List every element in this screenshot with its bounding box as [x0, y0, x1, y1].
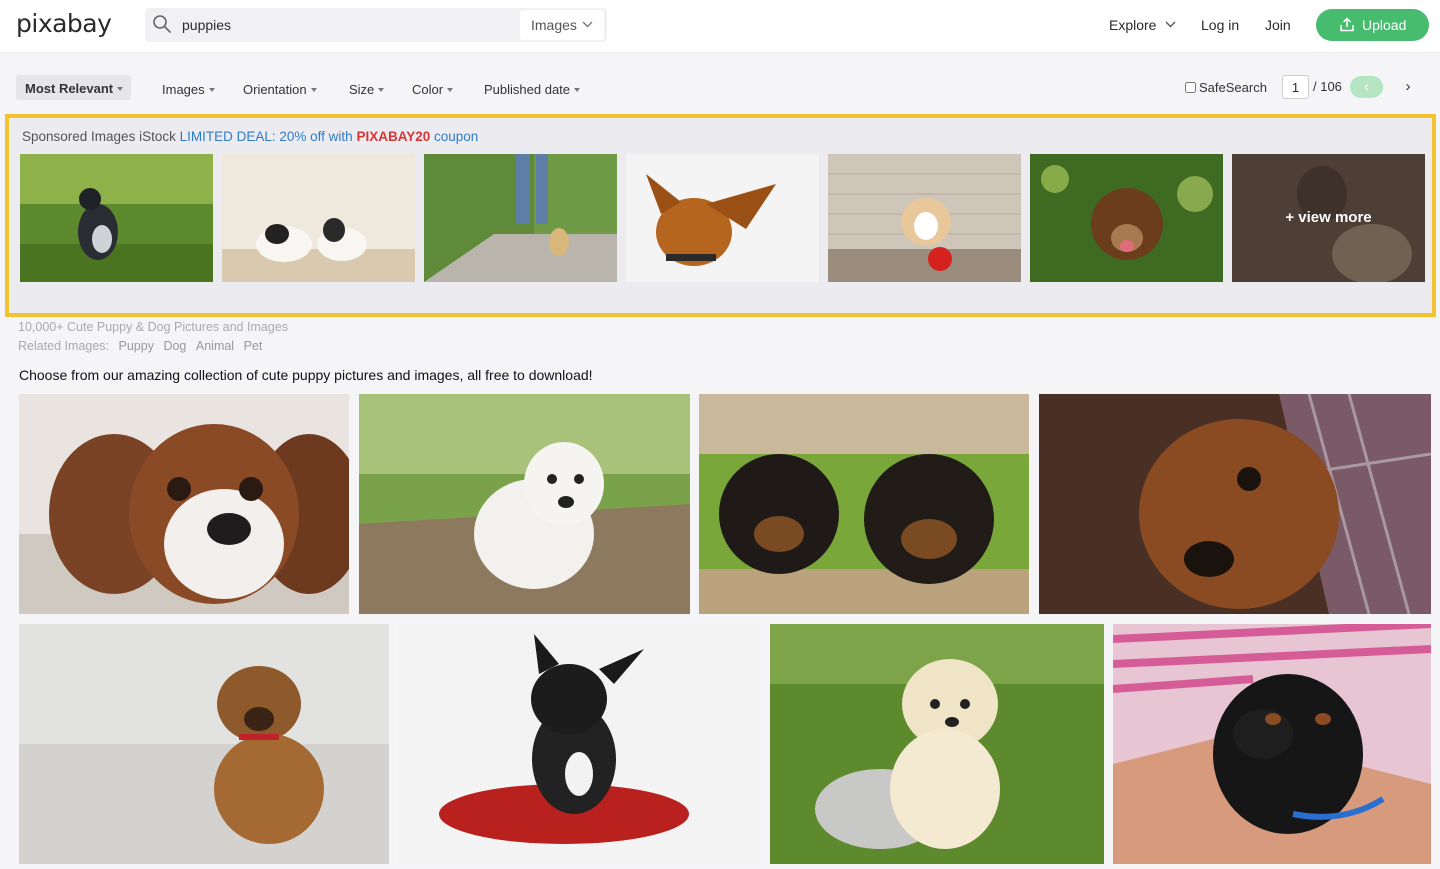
- related-tag-puppy[interactable]: Puppy: [119, 339, 154, 353]
- flying-ears-puppy-image: [626, 154, 819, 282]
- brown-puppy-carpet-image: [19, 624, 389, 864]
- sponsored-image[interactable]: [828, 154, 1021, 282]
- safesearch-toggle[interactable]: SafeSearch: [1185, 80, 1267, 95]
- upload-button[interactable]: Upload: [1316, 9, 1429, 41]
- filter-images[interactable]: Images: [162, 79, 215, 101]
- caret-down-icon: [574, 87, 581, 92]
- results-heading: 10,000+ Cute Puppy & Dog Pictures and Im…: [18, 320, 288, 334]
- french-bulldog-cushion-image: [399, 624, 760, 864]
- nav-login[interactable]: Log in: [1201, 17, 1239, 33]
- caret-down-icon: [117, 86, 124, 91]
- puppy-on-grass-image: [20, 154, 213, 282]
- safesearch-label: SafeSearch: [1199, 80, 1267, 95]
- result-image[interactable]: [1113, 624, 1431, 864]
- result-image[interactable]: [699, 394, 1029, 614]
- filter-color[interactable]: Color: [412, 79, 454, 101]
- sponsored-image[interactable]: [1030, 154, 1223, 282]
- view-more-tile[interactable]: + view more: [1232, 154, 1425, 282]
- filter-label: Images: [162, 82, 205, 97]
- caret-down-icon: [310, 87, 317, 92]
- result-image[interactable]: [19, 624, 389, 864]
- result-image[interactable]: [359, 394, 690, 614]
- result-image[interactable]: [19, 394, 349, 614]
- filter-label: Orientation: [243, 82, 307, 97]
- deal-link[interactable]: LIMITED DEAL: 20% off with PIXABAY20 cou…: [180, 129, 479, 144]
- search-icon[interactable]: [152, 14, 172, 34]
- filter-label: Size: [349, 82, 375, 97]
- chevron-down-icon: [582, 21, 593, 28]
- dachshund-puppy-image: [1113, 624, 1431, 864]
- filter-label: Most Relevant: [25, 81, 114, 96]
- related-tag-pet[interactable]: Pet: [244, 339, 263, 353]
- golden-puppy-bowl-image: [770, 624, 1104, 864]
- results-description: Choose from our amazing collection of cu…: [19, 367, 593, 383]
- result-image[interactable]: [1039, 394, 1431, 614]
- page-number-input[interactable]: 1: [1282, 75, 1309, 99]
- page-total: / 106: [1313, 79, 1342, 94]
- search-type-dropdown[interactable]: Images: [520, 10, 604, 40]
- safesearch-checkbox[interactable]: [1185, 82, 1196, 93]
- sponsored-image[interactable]: [626, 154, 819, 282]
- nav-join[interactable]: Join: [1265, 17, 1291, 33]
- puppy-red-ball-image: [828, 154, 1021, 282]
- coupon-code: PIXABAY20: [356, 129, 431, 144]
- result-image[interactable]: [399, 624, 760, 864]
- caret-down-icon: [378, 87, 385, 92]
- filter-size[interactable]: Size: [349, 79, 385, 101]
- sponsored-image[interactable]: [20, 154, 213, 282]
- search-input[interactable]: [182, 8, 512, 42]
- caret-down-icon: [447, 87, 454, 92]
- related-label: Related Images:: [18, 339, 110, 353]
- filter-orientation[interactable]: Orientation: [243, 79, 317, 101]
- search-type-label: Images: [531, 17, 577, 33]
- sponsored-images-panel: Sponsored Images iStock LIMITED DEAL: 20…: [5, 114, 1436, 317]
- sponsored-prefix: Sponsored Images iStock: [22, 129, 176, 144]
- upload-label: Upload: [1362, 17, 1407, 33]
- white-puppy-on-deck-image: [359, 394, 690, 614]
- sponsored-caption: Sponsored Images iStock LIMITED DEAL: 20…: [22, 129, 478, 144]
- pixabay-logo[interactable]: pixabay: [16, 9, 112, 38]
- prev-page-button[interactable]: ‹: [1350, 76, 1383, 98]
- filter-most-relevant[interactable]: Most Relevant: [16, 75, 131, 100]
- nav-explore[interactable]: Explore: [1109, 17, 1176, 33]
- result-image[interactable]: [770, 624, 1104, 864]
- two-puppies-image: [222, 154, 415, 282]
- view-more-label: + view more: [1232, 154, 1425, 282]
- cavalier-puppy-image: [19, 394, 349, 614]
- related-images: Related Images: Puppy Dog Animal Pet: [18, 339, 266, 353]
- filter-published-date[interactable]: Published date: [484, 79, 581, 101]
- caret-down-icon: [208, 87, 215, 92]
- related-tag-animal[interactable]: Animal: [196, 339, 234, 353]
- walking-puppy-image: [424, 154, 617, 282]
- chevron-down-icon: [1165, 21, 1176, 28]
- related-tag-dog[interactable]: Dog: [163, 339, 186, 353]
- deal-text: LIMITED DEAL: 20% off with: [179, 129, 353, 144]
- top-header: pixabay Images Explore Log in Join Uploa…: [0, 0, 1440, 53]
- rottweiler-puppies-image: [699, 394, 1029, 614]
- smiling-puppy-image: [1030, 154, 1223, 282]
- next-page-button[interactable]: ›: [1398, 76, 1418, 98]
- filter-label: Published date: [484, 82, 571, 97]
- upload-icon: [1340, 17, 1354, 32]
- filter-label: Color: [412, 82, 444, 97]
- sponsored-image[interactable]: [424, 154, 617, 282]
- deal-suffix: coupon: [434, 129, 479, 144]
- sponsored-image[interactable]: [222, 154, 415, 282]
- brown-puppy-blanket-image: [1039, 394, 1431, 614]
- nav-explore-label: Explore: [1109, 17, 1157, 33]
